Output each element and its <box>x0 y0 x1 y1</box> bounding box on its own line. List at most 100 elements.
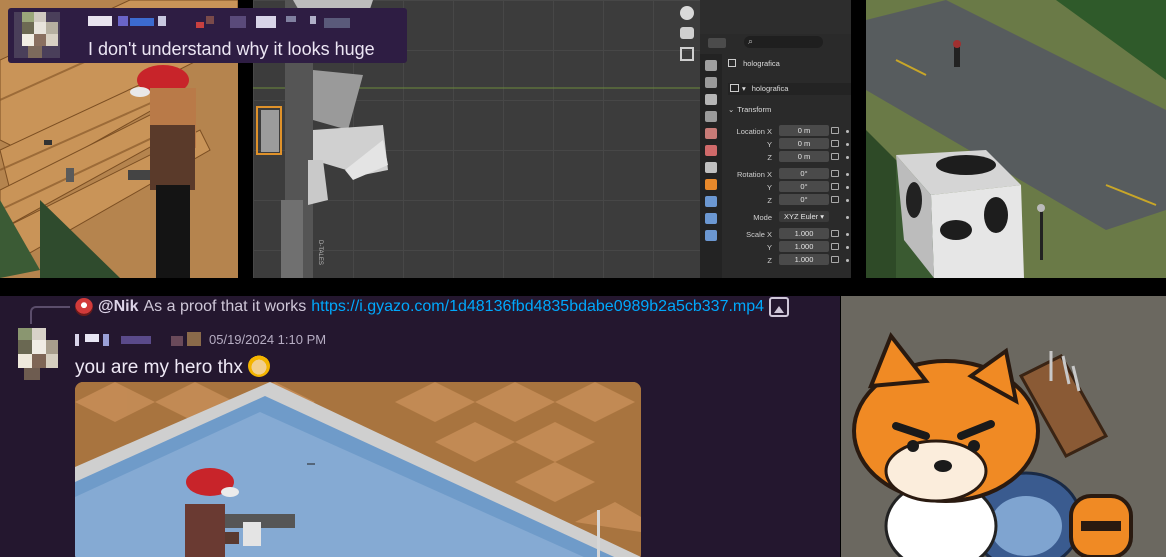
search-icon: ⌕ <box>748 36 754 46</box>
datablock-icon <box>730 84 739 92</box>
location-y-label: Y <box>766 140 772 149</box>
location-x-field[interactable]: 0 m <box>779 125 829 136</box>
hand-icon[interactable] <box>680 6 694 20</box>
rotation-y-label: Y <box>766 183 772 192</box>
redacted-username <box>88 16 350 28</box>
rotation-mode-label: Mode <box>753 213 772 222</box>
gun-label: D-TALES <box>317 240 323 265</box>
keyframe-dot-icon[interactable] <box>846 143 849 146</box>
output-tab-icon[interactable] <box>705 94 717 105</box>
chevron-down-icon: ⌄ <box>728 105 735 114</box>
lock-icon[interactable] <box>831 127 839 134</box>
game-scene-street <box>866 0 1166 278</box>
scale-z-field[interactable]: 1.000 <box>779 254 829 265</box>
reply-connector <box>30 306 70 324</box>
transform-header[interactable]: ⌄ Transform <box>728 105 771 114</box>
image-attachment[interactable] <box>75 382 641 557</box>
lock-icon[interactable] <box>831 196 839 203</box>
scale-x-row: Scale X 1.000 <box>700 228 851 241</box>
reply-text: As a proof that it works <box>143 298 307 315</box>
camera-icon[interactable] <box>680 27 694 39</box>
keyframe-dot-icon[interactable] <box>846 186 849 189</box>
rotation-y-row: Y 0° <box>700 181 851 194</box>
reply-avatar[interactable] <box>75 298 93 316</box>
object-icon <box>728 59 736 67</box>
lock-icon[interactable] <box>831 140 839 147</box>
keyframe-dot-icon[interactable] <box>846 233 849 236</box>
scale-z-label: Z <box>767 256 772 265</box>
lock-icon[interactable] <box>831 170 839 177</box>
transform-title: Transform <box>737 105 772 114</box>
avatar[interactable] <box>8 328 60 380</box>
keyframe-dot-icon[interactable] <box>846 246 849 249</box>
discord-screen: D-TALES ⌕ holografica ▾ holografica ⌄ Tr… <box>0 0 1166 557</box>
reply-username[interactable]: @Nik <box>98 298 139 316</box>
pixelated-avatar-image <box>8 328 60 380</box>
lock-icon[interactable] <box>831 243 839 250</box>
rotation-mode-select[interactable]: XYZ Euler ▾ <box>779 211 829 222</box>
editor-type-dropdown[interactable] <box>708 38 726 48</box>
object-datablock[interactable]: ▾ holografica <box>728 83 851 95</box>
viewport-toolbar <box>674 0 700 70</box>
view-layer-tab-icon[interactable] <box>705 111 717 122</box>
keyframe-dot-icon[interactable] <box>846 130 849 133</box>
avatar[interactable] <box>14 12 60 58</box>
object-data-name: holografica <box>751 84 789 93</box>
rotation-mode-row: Mode XYZ Euler ▾ <box>700 211 851 224</box>
lock-icon[interactable] <box>831 153 839 160</box>
scale-y-field[interactable]: 1.000 <box>779 241 829 252</box>
game-screenshot-right <box>866 0 1166 278</box>
reply-link[interactable]: https://i.gyazo.com/1d48136fbd4835bdabe0… <box>311 298 764 316</box>
game-scene-pool <box>75 382 641 557</box>
scale-y-label: Y <box>766 243 772 252</box>
tool-tab-icon[interactable] <box>705 60 717 71</box>
grid-icon[interactable] <box>680 47 694 61</box>
chevron-down-icon: ▾ <box>742 84 746 93</box>
blender-properties: ⌕ holografica ▾ holografica ⌄ Transform Lo <box>700 0 851 278</box>
keyframe-dot-icon[interactable] <box>846 216 849 219</box>
lock-icon[interactable] <box>831 183 839 190</box>
rotation-x-label: Rotation X <box>736 170 772 179</box>
location-z-field[interactable]: 0 m <box>779 151 829 162</box>
message-timestamp: 05/19/2024 1:10 PM <box>209 332 327 347</box>
message-text: I don't understand why it looks huge <box>88 39 375 59</box>
scale-y-row: Y 1.000 <box>700 241 851 254</box>
scale-x-field[interactable]: 1.000 <box>779 228 829 239</box>
properties-search[interactable]: ⌕ <box>744 36 823 48</box>
rotation-y-field[interactable]: 0° <box>779 181 829 192</box>
reply-preview[interactable]: @Nik As a proof that it works https://i.… <box>75 297 790 317</box>
red-panda-illustration <box>841 296 1166 557</box>
location-x-label: Location X <box>736 127 772 136</box>
scale-x-label: Scale X <box>746 230 772 239</box>
location-z-row: Z 0 m <box>700 151 851 164</box>
lock-icon[interactable] <box>831 230 839 237</box>
rotation-x-row: Rotation X 0° <box>700 168 851 181</box>
message-content: you are my hero thx <box>75 355 271 379</box>
rotation-z-label: Z <box>767 196 772 205</box>
keyframe-dot-icon[interactable] <box>846 259 849 262</box>
object-name-row: holografica <box>728 59 780 68</box>
rotation-z-row: Z 0° <box>700 194 851 207</box>
location-z-label: Z <box>767 153 772 162</box>
object-name: holografica <box>743 59 780 68</box>
location-y-field[interactable]: 0 m <box>779 138 829 149</box>
chat-area: @Nik As a proof that it works https://i.… <box>0 296 840 557</box>
properties-header <box>700 0 851 34</box>
keyframe-dot-icon[interactable] <box>846 199 849 202</box>
image-icon[interactable] <box>769 297 790 317</box>
keyframe-dot-icon[interactable] <box>846 173 849 176</box>
emoji-icon[interactable] <box>248 355 271 377</box>
keyframe-dot-icon[interactable] <box>846 156 849 159</box>
scale-z-row: Z 1.000 <box>700 254 851 267</box>
rotation-x-field[interactable]: 0° <box>779 168 829 179</box>
message-text: you are my hero thx <box>75 357 243 378</box>
red-panda-mascot-image[interactable] <box>841 296 1166 557</box>
redacted-username <box>75 332 201 346</box>
rotation-z-field[interactable]: 0° <box>779 194 829 205</box>
location-x-row: Location X 0 m <box>700 125 851 138</box>
render-tab-icon[interactable] <box>705 77 717 88</box>
location-y-row: Y 0 m <box>700 138 851 151</box>
chat-message-overlay: I don't understand why it looks huge <box>8 8 407 63</box>
lock-icon[interactable] <box>831 256 839 263</box>
pixelated-avatar-image <box>14 12 60 58</box>
